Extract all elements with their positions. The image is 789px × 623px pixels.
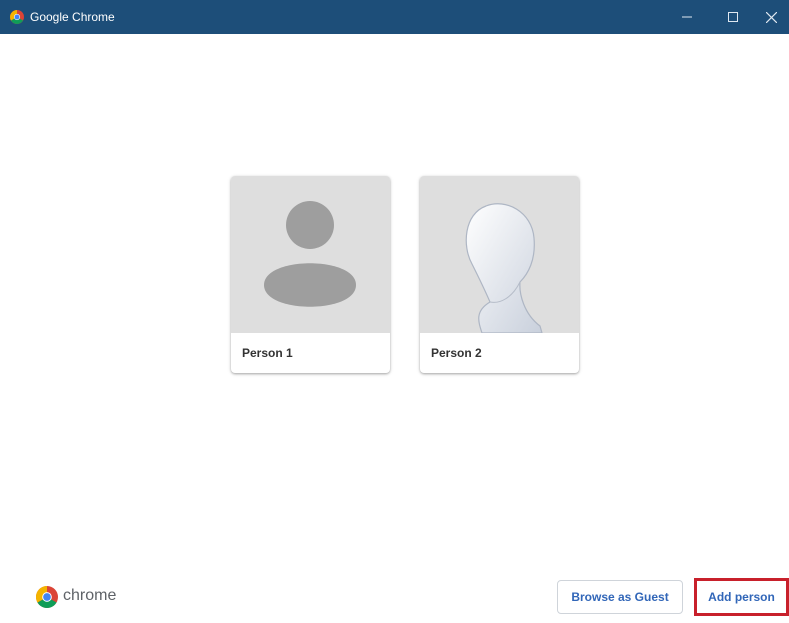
chrome-logo-icon [36,586,58,608]
browse-as-guest-button[interactable]: Browse as Guest [557,580,683,614]
minimize-icon [682,16,692,18]
profile-name: Person 1 [242,346,293,360]
generic-avatar-icon [264,201,356,307]
profile-avatar [231,176,390,333]
maximize-icon [728,12,738,22]
profile-name: Person 2 [431,346,482,360]
window-title: Google Chrome [30,10,115,24]
maximize-button[interactable] [710,0,756,34]
minimize-button[interactable] [664,0,710,34]
mannequin-avatar-icon [465,203,543,334]
profile-card-person-1[interactable]: Person 1 [231,176,390,373]
chrome-icon [10,10,24,24]
profile-avatar [420,176,579,334]
profile-card-person-2[interactable]: Person 2 [420,176,579,373]
close-button[interactable] [754,0,789,34]
add-person-button[interactable]: Add person [694,578,789,616]
close-icon [766,11,777,23]
chrome-wordmark: chrome [63,587,117,604]
window-titlebar: Google Chrome [0,0,789,34]
